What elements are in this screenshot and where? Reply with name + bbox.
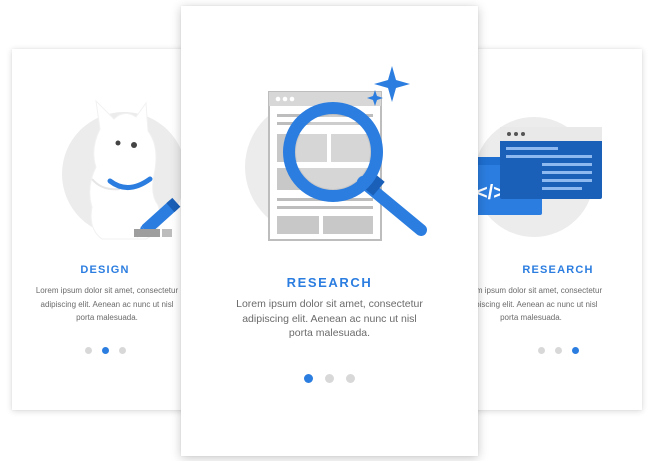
code-windows-icon: </> — [460, 117, 602, 237]
pagination-dots — [464, 347, 642, 354]
pagination-dot-active[interactable] — [571, 347, 579, 354]
pagination-dots — [181, 374, 478, 383]
pagination-dot[interactable] — [346, 374, 355, 383]
pagination-dot[interactable] — [537, 347, 545, 354]
pagination-dot[interactable] — [325, 374, 334, 383]
card-description: Lorem ipsum dolor sit amet, consectetur … — [35, 286, 179, 322]
card-description: Lorem ipsum dolor sit amet, consectetur … — [459, 286, 603, 322]
onboarding-card-research: RESEARCH Lorem ipsum dolor sit amet, con… — [181, 6, 478, 456]
pagination-dot[interactable] — [554, 347, 562, 354]
pagination-dot[interactable] — [118, 347, 126, 354]
dog-pencil-icon — [62, 99, 186, 240]
pagination-dot-active[interactable] — [304, 374, 313, 383]
pagination-dots — [12, 347, 198, 354]
onboarding-card-research-right: </> RESEARCH Lorem ipsum dolor sit amet,… — [454, 49, 642, 410]
card-title: DESIGN — [80, 264, 130, 276]
card-title: RESEARCH — [286, 275, 373, 290]
card-title: RESEARCH — [522, 264, 594, 276]
onboarding-card-design: DESIGN Lorem ipsum dolor sit amet, conse… — [12, 49, 198, 410]
pagination-dot-active[interactable] — [101, 347, 109, 354]
pagination-dot[interactable] — [84, 347, 92, 354]
card-description: Lorem ipsum dolor sit amet, consectetur … — [236, 298, 423, 339]
magnifier-browser-icon — [245, 66, 427, 241]
